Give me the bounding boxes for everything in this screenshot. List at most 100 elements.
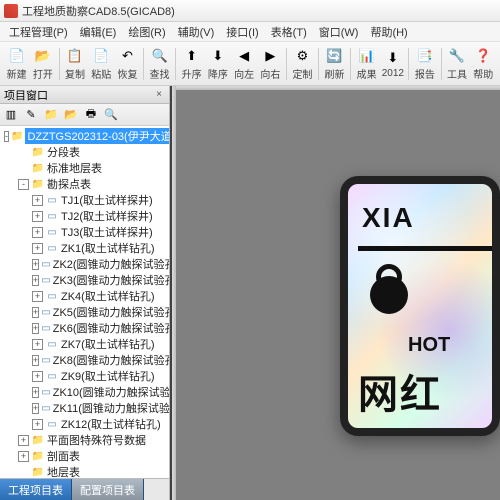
move-left-button[interactable]: ◀向左 [231,44,256,84]
tab-project-table[interactable]: 工程项目表 [0,479,72,500]
tree-node[interactable]: +▭ZK6(圆锥动力触探试验孔 [0,320,169,336]
menu-item-3[interactable]: 辅助(V) [173,22,220,42]
tree-node[interactable]: +▭ZK10(圆锥动力触探试验 [0,384,169,400]
toolstrip-btn-3[interactable]: 📂 [62,106,80,124]
tree-node[interactable]: +▭ZK2(圆锥动力触探试验孔 [0,256,169,272]
move-left-button-icon: ◀ [235,47,253,65]
expand-icon[interactable]: - [18,179,29,190]
sort-asc-button[interactable]: ⬆升序 [179,44,204,84]
expand-icon[interactable]: + [32,259,39,270]
move-left-button-label: 向左 [234,66,254,81]
open-button[interactable]: 📂打开 [30,44,55,84]
tab-config-table[interactable]: 配置项目表 [72,479,144,500]
expand-icon[interactable]: + [32,275,39,286]
tree-node[interactable]: +▭ZK5(圆锥动力触探试验孔 [0,304,169,320]
tree-node[interactable]: 📁标准地层表 [0,160,169,176]
expand-icon[interactable]: + [32,243,43,254]
tree-node[interactable]: -📁DZZTGS202312-03(伊尹大道一号 [0,128,169,144]
tree-node[interactable]: +▭ZK3(圆锥动力触探试验孔 [0,272,169,288]
folder-icon: 📁 [31,178,45,190]
new-button[interactable]: 📄新建 [4,44,29,84]
file-icon: ▭ [45,194,59,206]
find-button[interactable]: 🔍查找 [147,44,172,84]
panel-toolstrip: ▥✎📁📂🖶🔍 [0,104,169,126]
expand-icon[interactable]: + [32,403,39,414]
tree-node[interactable]: +▭ZK12(取土试样钻孔) [0,416,169,432]
app-icon [4,4,18,18]
project-tree[interactable]: -📁DZZTGS202312-03(伊尹大道一号📁分段表📁标准地层表-📁勘探点表… [0,126,169,478]
tools-button[interactable]: 🔧工具 [444,44,469,84]
menu-item-7[interactable]: 帮助(H) [365,22,412,42]
expand-icon[interactable]: + [18,451,29,462]
paste-button[interactable]: 📄粘贴 [89,44,114,84]
expand-icon[interactable]: + [32,211,43,222]
tree-node[interactable]: +▭ZK4(取土试样钻孔) [0,288,169,304]
menu-item-1[interactable]: 编辑(E) [75,22,122,42]
tree-node[interactable]: +▭TJ1(取土试样探井) [0,192,169,208]
tree-node-label: DZZTGS202312-03(伊尹大道一号 [25,128,169,144]
toolstrip-btn-0[interactable]: ▥ [2,106,20,124]
customize-button[interactable]: ⚙定制 [290,44,315,84]
tree-node[interactable]: +▭TJ2(取土试样探井) [0,208,169,224]
result-button[interactable]: 📊成果 [354,44,379,84]
copy-button-label: 复制 [65,66,85,81]
menu-item-0[interactable]: 工程管理(P) [4,22,73,42]
expand-icon[interactable]: - [4,131,9,142]
file-icon: ▭ [41,306,50,318]
move-right-button[interactable]: ▶向右 [258,44,283,84]
help-button-icon: ❓ [474,47,492,65]
expand-icon[interactable]: + [32,339,43,350]
file-icon: ▭ [45,242,59,254]
expand-icon[interactable]: + [32,307,39,318]
drawing-canvas[interactable]: XIA HOT 网红 [170,86,500,500]
tree-node[interactable]: +▭TJ3(取土试样探井) [0,224,169,240]
sort-desc-button[interactable]: ⬇降序 [205,44,230,84]
expand-icon[interactable]: + [18,435,29,446]
sort-desc-button-icon: ⬇ [209,47,227,65]
expand-icon[interactable]: + [32,291,43,302]
expand-icon[interactable]: + [32,195,43,206]
menu-item-5[interactable]: 表格(T) [266,22,312,42]
undo-button[interactable]: ↶恢复 [115,44,140,84]
tree-node-label: TJ2(取土试样探井) [61,208,153,224]
tree-node[interactable]: -📁勘探点表 [0,176,169,192]
copy-button[interactable]: 📋复制 [62,44,87,84]
expand-icon[interactable]: + [32,355,39,366]
toolstrip-btn-1[interactable]: ✎ [22,106,40,124]
tree-node[interactable]: +▭ZK1(取土试样钻孔) [0,240,169,256]
ruler-horizontal [172,86,500,90]
tree-node[interactable]: +▭ZK8(圆锥动力触探试验孔 [0,352,169,368]
titlebar: 工程地质勘察CAD8.5(GICAD8) [0,0,500,22]
tree-node[interactable]: +▭ZK11(圆锥动力触探试验 [0,400,169,416]
menu-item-4[interactable]: 接口(I) [221,22,263,42]
tree-node[interactable]: +▭ZK9(取土试样钻孔) [0,368,169,384]
menubar: 工程管理(P)编辑(E)绘图(R)辅助(V)接口(I)表格(T)窗口(W)帮助(… [0,22,500,42]
tree-node-label: ZK2(圆锥动力触探试验孔 [53,256,169,272]
tree-node[interactable]: 📁地层表 [0,464,169,478]
report-button[interactable]: 📑报告 [412,44,437,84]
expand-icon[interactable]: + [32,371,43,382]
help-button[interactable]: ❓帮助 [471,44,496,84]
expand-icon[interactable]: + [32,323,39,334]
folder-icon: 📁 [31,434,45,446]
tree-node-label: ZK10(圆锥动力触探试验 [53,384,169,400]
toolstrip-btn-5[interactable]: 🔍 [102,106,120,124]
expand-icon[interactable]: + [32,419,43,430]
tree-node[interactable]: +▭ZK7(取土试样钻孔) [0,336,169,352]
panel-close-icon[interactable]: × [153,89,165,101]
panel-header[interactable]: 项目窗口 × [0,86,169,104]
tree-node[interactable]: 📁分段表 [0,144,169,160]
menu-item-2[interactable]: 绘图(R) [123,22,170,42]
ver-button[interactable]: ⬇2012 [380,44,405,84]
refresh-button-label: 刷新 [325,66,345,81]
tree-node-label: 分段表 [47,144,80,160]
expand-icon[interactable]: + [32,387,39,398]
tree-node[interactable]: +📁剖面表 [0,448,169,464]
expand-icon[interactable]: + [32,227,43,238]
refresh-button[interactable]: 🔄刷新 [322,44,347,84]
tree-node[interactable]: +📁平面图特殊符号数据 [0,432,169,448]
menu-item-6[interactable]: 窗口(W) [314,22,364,42]
toolstrip-btn-4[interactable]: 🖶 [82,106,100,124]
toolstrip-btn-2[interactable]: 📁 [42,106,60,124]
toolbar-separator [175,48,176,80]
